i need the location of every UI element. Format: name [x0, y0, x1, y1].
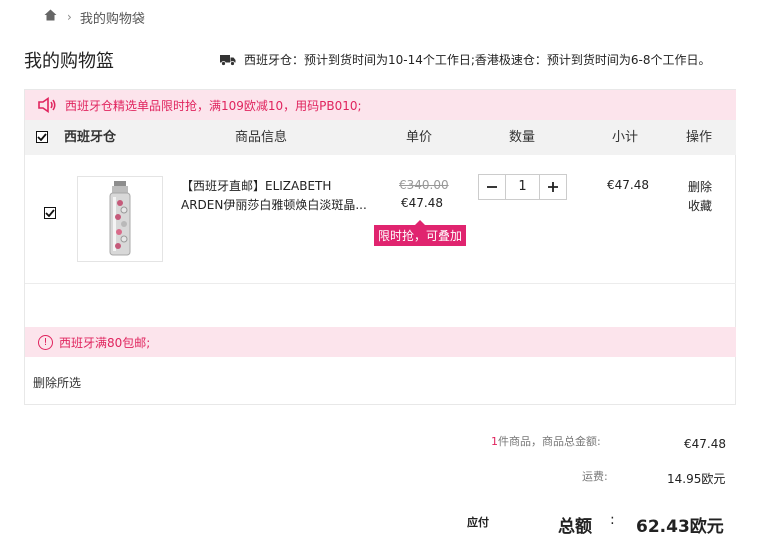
header-quantity: 数量 [509, 130, 536, 145]
promo-text: 西班牙仓精选单品限时抢，满109欧减10，用码PB010; [65, 98, 362, 113]
breadcrumb-current: 我的购物袋 [79, 11, 145, 27]
header-actions: 操作 [686, 130, 713, 145]
shipping-note: 西班牙仓：预计到货时间为10-14个工作日;香港极速仓：预计到货时间为6-8个工… [220, 51, 711, 68]
flash-sale-badge: 限时抢，可叠加 [374, 220, 467, 246]
breadcrumb: › 我的购物袋 [44, 8, 145, 27]
shipping-note-text: 西班牙仓：预计到货时间为10-14个工作日;香港极速仓：预计到货时间为6-8个工… [244, 53, 711, 67]
payable-label: 应付 [467, 516, 489, 529]
original-price: €340.00 [399, 178, 449, 192]
megaphone-icon [38, 97, 56, 113]
total-label: 总额 [558, 517, 592, 537]
select-all-checkbox[interactable] [36, 131, 48, 143]
truck-icon [220, 54, 236, 66]
product-title-line1: 【西班牙直邮】ELIZABETH [181, 179, 332, 193]
plus-icon [548, 182, 558, 192]
quantity-value[interactable]: 1 [505, 175, 540, 199]
item-subtotal: €47.48 [607, 178, 649, 192]
item-checkbox[interactable] [44, 207, 56, 219]
chevron-right-icon: › [67, 10, 72, 24]
item-count: 1 [491, 435, 498, 448]
minus-icon [487, 186, 497, 188]
promo-bar: 西班牙仓精选单品限时抢，满109欧减10，用码PB010; [25, 90, 736, 120]
header-product-info: 商品信息 [235, 130, 288, 145]
header-unit-price: 单价 [406, 130, 433, 145]
decrease-quantity-button[interactable] [479, 175, 505, 199]
item-count-suffix: 件商品，商品总金额: [498, 435, 601, 448]
delete-item-link[interactable]: 删除 [688, 178, 712, 195]
free-shipping-bar: ! 西班牙满80包邮; [25, 327, 736, 357]
free-shipping-text: 西班牙满80包邮; [59, 335, 151, 350]
current-price: €47.48 [401, 196, 443, 210]
delete-selected-link[interactable]: 删除所选 [33, 374, 81, 391]
page-title: 我的购物篮 [24, 51, 114, 72]
product-title-line2: ARDEN伊丽莎白雅顿焕白淡斑晶... [181, 198, 367, 212]
check-icon [45, 209, 55, 217]
table-header: 西班牙仓 商品信息 单价 数量 小计 操作 [25, 120, 736, 155]
cart-item-row: 【西班牙直邮】ELIZABETH ARDEN伊丽莎白雅顿焕白淡斑晶... €34… [25, 156, 736, 284]
header-subtotal: 小计 [612, 130, 639, 145]
shipping-fee-label: 运费: [582, 470, 608, 483]
total-amount: 62.43欧元 [636, 517, 724, 537]
product-thumbnail[interactable] [77, 176, 163, 262]
product-bottle-image [109, 181, 131, 256]
warehouse-label: 西班牙仓 [64, 130, 117, 145]
goods-total: €47.48 [684, 437, 726, 451]
total-colon: : [610, 512, 615, 528]
info-circle-icon: ! [38, 334, 53, 350]
home-icon[interactable] [44, 9, 57, 25]
favorite-item-link[interactable]: 收藏 [688, 197, 712, 214]
summary-count-line: 1件商品，商品总金额: [491, 433, 601, 449]
quantity-stepper: 1 [478, 174, 567, 200]
check-icon [37, 133, 47, 141]
product-title[interactable]: 【西班牙直邮】ELIZABETH ARDEN伊丽莎白雅顿焕白淡斑晶... [181, 177, 371, 215]
increase-quantity-button[interactable] [540, 175, 566, 199]
shipping-fee-value: 14.95欧元 [667, 472, 726, 486]
